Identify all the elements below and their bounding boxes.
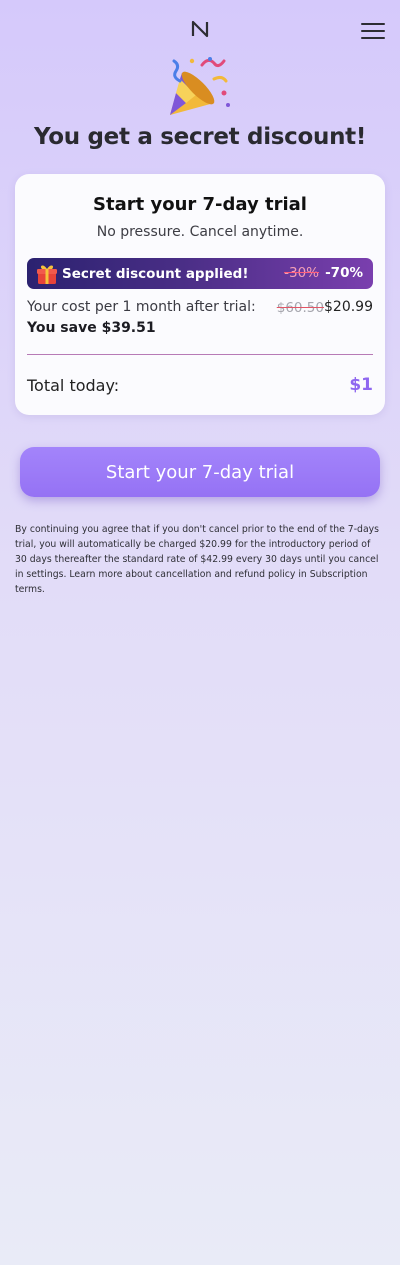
brand-logo-icon bbox=[191, 20, 209, 38]
start-trial-button[interactable]: Start your 7-day trial bbox=[20, 447, 380, 497]
total-label: Total today: bbox=[27, 376, 120, 395]
trial-offer-card: Start your 7-day trial No pressure. Canc… bbox=[15, 174, 385, 415]
monthly-cost-label: Your cost per 1 month after trial: bbox=[27, 299, 256, 315]
hamburger-menu-icon[interactable] bbox=[361, 23, 385, 41]
original-price: $60.50 bbox=[276, 300, 324, 316]
top-bar bbox=[0, 0, 400, 50]
party-popper-icon bbox=[170, 57, 230, 115]
discount-banner: Secret discount applied! -30% -70% bbox=[27, 258, 373, 289]
discounted-price: $20.99 bbox=[324, 299, 373, 315]
gift-icon bbox=[37, 265, 57, 284]
discount-label: Secret discount applied! bbox=[62, 265, 249, 282]
divider bbox=[27, 354, 373, 355]
page-title: You get a secret discount! bbox=[33, 124, 367, 150]
legal-disclaimer: By continuing you agree that if you don'… bbox=[15, 524, 379, 595]
card-title: Start your 7-day trial bbox=[93, 194, 307, 215]
savings-text: You save $39.51 bbox=[27, 320, 156, 336]
total-value: $1 bbox=[349, 375, 373, 395]
card-subtitle: No pressure. Cancel anytime. bbox=[96, 224, 304, 240]
new-discount: -70% bbox=[325, 265, 363, 281]
old-discount: -30% bbox=[284, 265, 319, 281]
